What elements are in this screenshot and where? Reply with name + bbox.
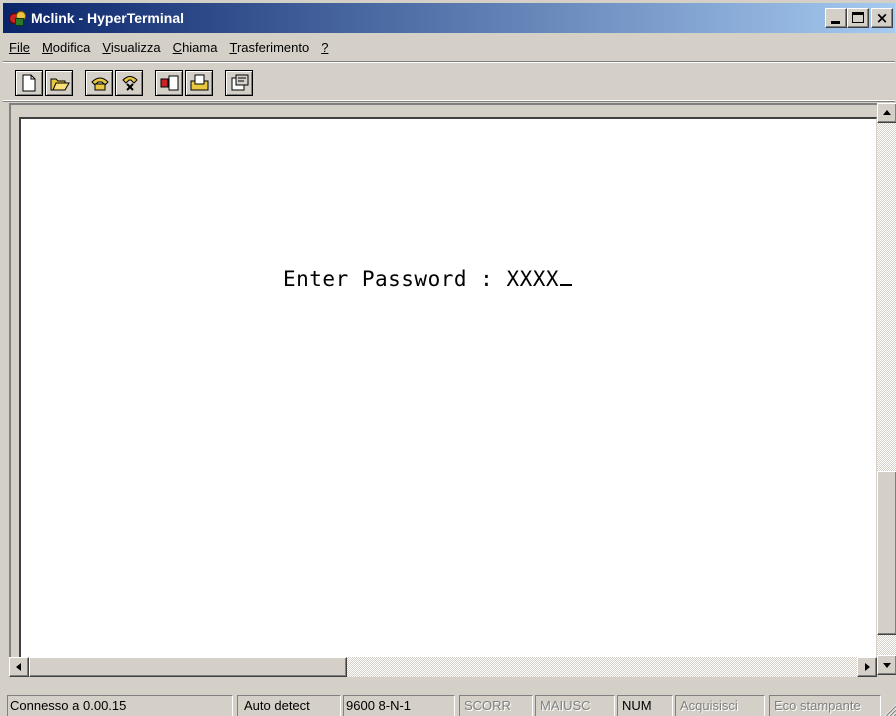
vertical-scrollbar[interactable] — [877, 103, 896, 675]
title-bar[interactable]: Mclink - HyperTerminal × — [3, 3, 895, 33]
scroll-down-button[interactable] — [877, 655, 896, 675]
send-button[interactable] — [155, 70, 183, 96]
maximize-icon — [852, 12, 864, 23]
receive-button[interactable] — [185, 70, 213, 96]
arrow-up-icon — [883, 110, 891, 115]
maximize-button[interactable] — [847, 8, 869, 28]
terminal-screen[interactable] — [19, 117, 877, 657]
status-port-settings: 9600 8-N-1 — [343, 695, 455, 716]
menu-visualizza[interactable]: Visualizza — [96, 37, 166, 59]
send-icon — [160, 75, 179, 91]
connect-button[interactable] — [85, 70, 113, 96]
status-scroll-lock: SCORR — [459, 695, 533, 716]
terminal-output: Enter Password : XXXX — [283, 267, 573, 291]
open-button[interactable] — [45, 70, 73, 96]
new-connection-button[interactable] — [15, 70, 43, 96]
menu-modifica[interactable]: Modifica — [36, 37, 96, 59]
status-num-lock: NUM — [617, 695, 673, 716]
menu-bar: File Modifica Visualizza Chiama Trasferi… — [3, 37, 334, 59]
vertical-scroll-thumb[interactable] — [877, 471, 896, 635]
receive-icon — [190, 74, 209, 91]
horizontal-scrollbar[interactable] — [9, 657, 877, 677]
new-icon — [22, 74, 36, 92]
window-title: Mclink - HyperTerminal — [31, 10, 185, 26]
properties-icon — [231, 74, 249, 91]
properties-button[interactable] — [225, 70, 253, 96]
status-connection: Connesso a 0.00.15 — [7, 695, 233, 716]
hyperterminal-app-icon[interactable] — [9, 9, 27, 27]
open-icon — [50, 78, 70, 91]
minimize-icon — [831, 21, 840, 24]
status-print-echo: Eco stampante — [769, 695, 881, 716]
status-bar: Connesso a 0.00.15 Auto detect 9600 8-N-… — [3, 695, 896, 716]
status-detect: Auto detect — [237, 695, 341, 716]
horizontal-scroll-thumb[interactable] — [29, 657, 347, 677]
menu-file[interactable]: File — [3, 37, 36, 59]
connect-icon — [91, 77, 109, 91]
close-icon: × — [875, 9, 889, 27]
arrow-right-icon — [865, 663, 870, 671]
menu-chiama[interactable]: Chiama — [167, 37, 224, 59]
menu-help[interactable]: ? — [315, 37, 334, 59]
scroll-left-button[interactable] — [9, 657, 29, 677]
status-caps-lock: MAIUSC — [535, 695, 615, 716]
arrow-left-icon — [16, 663, 21, 671]
toolbar — [3, 61, 895, 101]
hyperterminal-window: Mclink - HyperTerminal × File Modifica V… — [0, 0, 896, 716]
menu-trasferimento[interactable]: Trasferimento — [223, 37, 315, 59]
password-prompt: Enter Password : — [283, 267, 507, 291]
disconnect-icon — [122, 76, 138, 91]
password-input: XXXX — [506, 267, 560, 291]
status-capture: Acquisisci — [675, 695, 765, 716]
disconnect-button[interactable] — [115, 70, 143, 96]
scroll-up-button[interactable] — [877, 103, 896, 123]
resize-grip-icon[interactable] — [883, 703, 896, 716]
arrow-down-icon — [883, 663, 891, 668]
close-button[interactable]: × — [871, 8, 893, 28]
minimize-button[interactable] — [825, 8, 847, 28]
scroll-right-button[interactable] — [857, 657, 877, 677]
text-cursor — [560, 284, 573, 286]
